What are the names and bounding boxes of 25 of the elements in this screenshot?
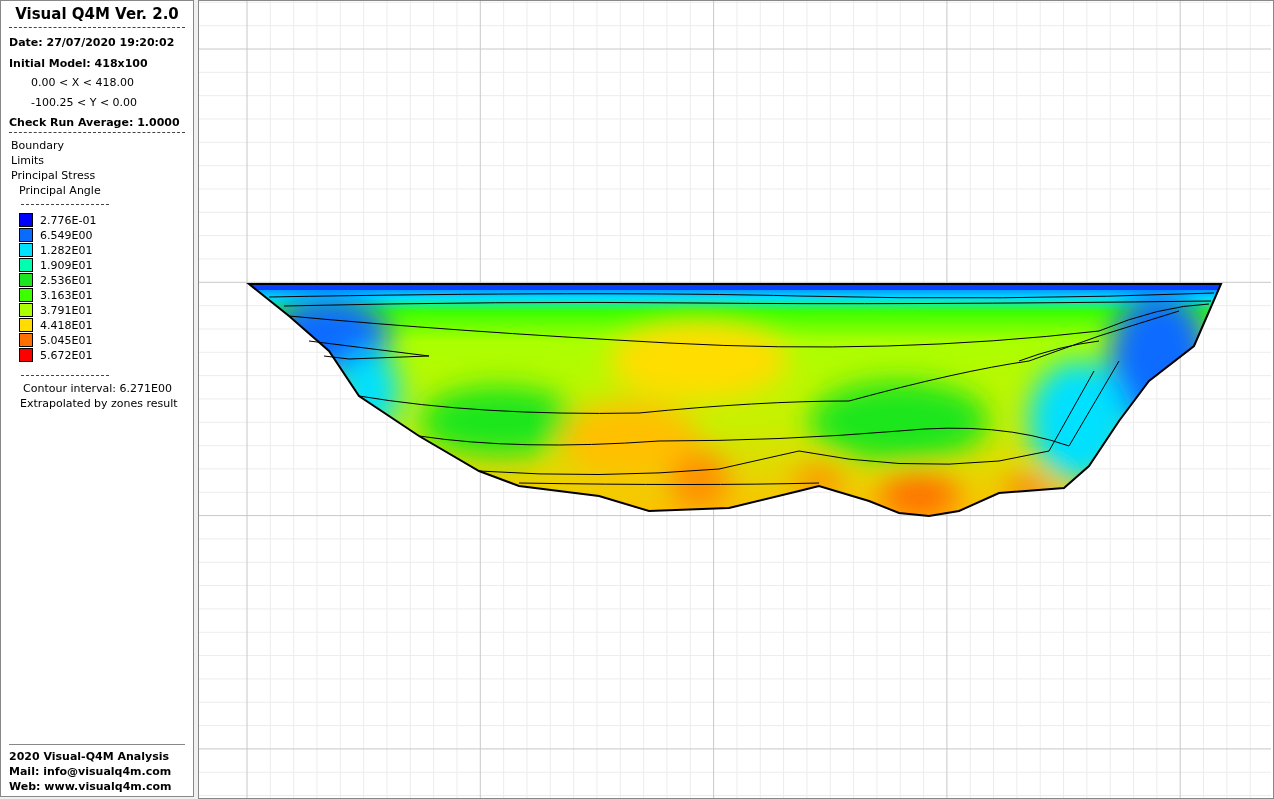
legend-value: 1.282E01: [40, 244, 93, 257]
check-text: Check Run Average: 1.0000: [9, 116, 181, 129]
footer-text: Mail: info@visualq4m.com: [9, 764, 173, 779]
legend-value: 2.536E01: [40, 274, 93, 287]
footer-text: Web: www.visualq4m.com: [9, 779, 173, 794]
layer-label: Boundary: [11, 138, 65, 153]
extrapolation-text: Extrapolated by zones result: [20, 397, 179, 410]
layer-label: Principal Stress: [11, 168, 97, 183]
legend-value: 4.418E01: [40, 319, 93, 332]
legend-value: 3.791E01: [40, 304, 93, 317]
legend-value: 6.549E00: [40, 229, 93, 242]
legend-value: 5.045E01: [40, 334, 93, 347]
date-text: Date: 27/07/2020 19:20:02: [9, 36, 176, 49]
model-text: Initial Model: 418x100: [9, 57, 149, 70]
layer-label: Limits: [11, 153, 45, 168]
app-title: Visual Q4M Ver. 2.0: [14, 5, 180, 23]
legend-value: 2.776E-01: [40, 214, 97, 227]
contour-interval-text: Contour interval: 6.271E00: [23, 382, 173, 395]
sublayer-label: Principal Angle: [19, 183, 102, 198]
legend-value: 5.672E01: [40, 349, 93, 362]
footer-text: 2020 Visual-Q4M Analysis: [9, 749, 171, 764]
y-range-text: -100.25 < Y < 0.00: [31, 96, 139, 109]
x-range-text: 0.00 < X < 418.00: [31, 76, 135, 89]
legend-value: 1.909E01: [40, 259, 93, 272]
legend-value: 3.163E01: [40, 289, 93, 302]
